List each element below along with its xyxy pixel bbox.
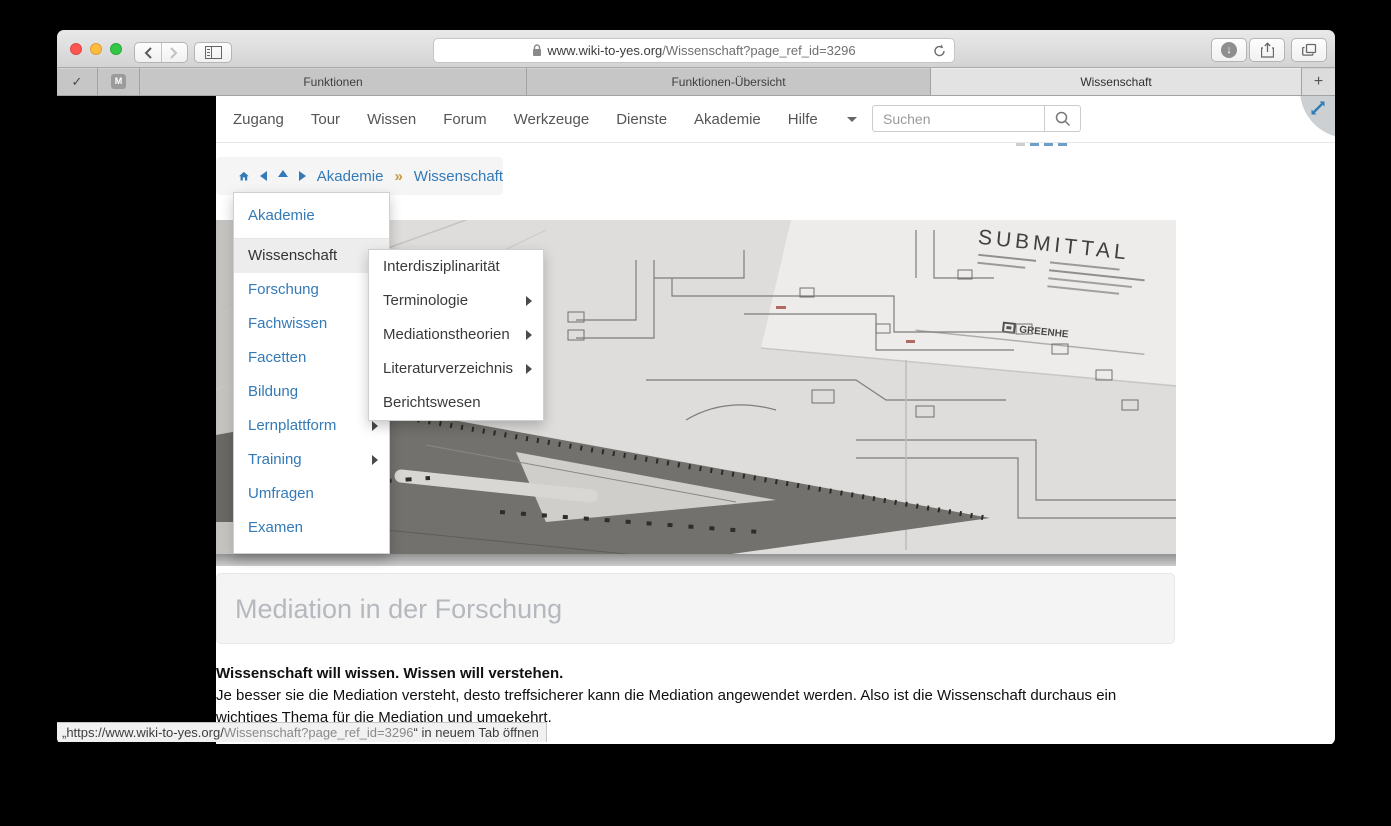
menu-item-akademie[interactable]: Akademie bbox=[234, 193, 389, 236]
nav-akademie[interactable]: Akademie bbox=[694, 111, 761, 128]
breadcrumb-link-wissenschaft[interactable]: Wissenschaft bbox=[414, 168, 503, 185]
breadcrumb-separator: » bbox=[394, 167, 403, 185]
breadcrumb-link-akademie[interactable]: Akademie bbox=[317, 168, 384, 185]
menu-item-wissenschaft[interactable]: Wissenschaft bbox=[234, 239, 389, 273]
page-title: Mediation in der Forschung bbox=[235, 594, 563, 624]
nav-forum[interactable]: Forum bbox=[443, 111, 486, 128]
submenu-item-interdisziplinaritaet[interactable]: Interdisziplinarität bbox=[369, 250, 543, 284]
nav-wissen[interactable]: Wissen bbox=[367, 111, 416, 128]
wissenschaft-submenu: Interdisziplinarität Terminologie Mediat… bbox=[368, 249, 544, 421]
url-domain: www.wiki-to-yes.org bbox=[547, 43, 663, 58]
new-tab-button[interactable]: + bbox=[1302, 68, 1335, 95]
search-input[interactable] bbox=[872, 105, 1044, 132]
menu-item-umfragen[interactable]: Umfragen bbox=[234, 477, 389, 511]
page-heading-box: Mediation in der Forschung bbox=[216, 573, 1175, 644]
nav-dienste[interactable]: Dienste bbox=[616, 111, 667, 128]
partial-toolbar-icons bbox=[1016, 143, 1067, 147]
submenu-item-terminologie[interactable]: Terminologie bbox=[369, 284, 543, 318]
browser-viewport: Zugang Tour Wissen Forum Werkzeuge Diens… bbox=[57, 96, 1335, 744]
breadcrumb-prev-icon[interactable] bbox=[259, 171, 267, 181]
home-icon[interactable] bbox=[239, 169, 249, 184]
menu-item-forschung[interactable]: Forschung bbox=[234, 273, 389, 307]
chevron-down-icon[interactable] bbox=[846, 116, 857, 122]
tab-bar: ✓ M Funktionen Funktionen-Übersicht Wiss… bbox=[57, 68, 1335, 96]
back-button[interactable] bbox=[135, 43, 161, 62]
status-bar: „https://www.wiki-to-yes.org/Wissenschaf… bbox=[57, 722, 547, 742]
lead-sentence: Wissenschaft will wissen. Wissen will ve… bbox=[216, 665, 564, 682]
breadcrumb-up-icon[interactable] bbox=[277, 169, 288, 177]
close-button[interactable] bbox=[70, 43, 82, 55]
back-icon bbox=[144, 46, 152, 59]
menu-item-bildung[interactable]: Bildung bbox=[234, 375, 389, 409]
share-icon bbox=[1260, 42, 1274, 58]
tab-label: Funktionen bbox=[303, 74, 363, 89]
menu-item-facetten[interactable]: Facetten bbox=[234, 341, 389, 375]
tab-label: Wissenschaft bbox=[1080, 74, 1152, 89]
submenu-item-mediationstheorien[interactable]: Mediationstheorien bbox=[369, 318, 543, 352]
download-icon: ↓ bbox=[1221, 42, 1237, 58]
minimize-button[interactable] bbox=[90, 43, 102, 55]
expand-icon bbox=[1311, 101, 1325, 115]
reload-button[interactable] bbox=[933, 44, 946, 58]
search-group bbox=[872, 105, 1081, 132]
url-path: /Wissenschaft?page_ref_id=3296 bbox=[662, 43, 856, 58]
forward-button[interactable] bbox=[160, 43, 187, 62]
nav-zugang[interactable]: Zugang bbox=[233, 111, 284, 128]
m-favicon: M bbox=[111, 74, 126, 89]
nav-tour[interactable]: Tour bbox=[311, 111, 340, 128]
sidebar-toggle-button[interactable] bbox=[194, 42, 232, 63]
breadcrumb: Akademie » Wissenschaft bbox=[216, 157, 503, 195]
breadcrumb-next-icon[interactable] bbox=[298, 171, 306, 181]
address-bar[interactable]: www.wiki-to-yes.org/Wissenschaft?page_re… bbox=[433, 38, 955, 63]
akademie-dropdown-menu: Akademie Wissenschaft Forschung Fachwiss… bbox=[233, 192, 390, 554]
menu-item-training[interactable]: Training bbox=[234, 443, 389, 477]
pinned-tab-m[interactable]: M bbox=[98, 68, 140, 95]
status-url-prefix: „https://www.wiki-to-yes.org/ bbox=[62, 725, 224, 740]
reload-icon bbox=[934, 44, 945, 57]
pinned-tab-check[interactable]: ✓ bbox=[57, 68, 98, 95]
submenu-item-literaturverzeichnis[interactable]: Literaturverzeichnis bbox=[369, 352, 543, 386]
status-suffix: “ in neuem Tab öffnen bbox=[413, 725, 539, 740]
window-controls bbox=[70, 43, 122, 55]
status-url-path: Wissenschaft?page_ref_id=3296 bbox=[223, 725, 414, 740]
title-bar: www.wiki-to-yes.org/Wissenschaft?page_re… bbox=[57, 30, 1335, 68]
sidebar-icon bbox=[204, 46, 222, 59]
tab-funktionen[interactable]: Funktionen bbox=[140, 68, 527, 95]
tab-label: Funktionen-Übersicht bbox=[671, 74, 786, 89]
body-text: Wissenschaft will wissen. Wissen will ve… bbox=[216, 663, 1178, 729]
forward-icon bbox=[170, 46, 178, 59]
search-icon bbox=[1055, 111, 1070, 126]
tab-overview-button[interactable] bbox=[1291, 38, 1327, 62]
browser-window: www.wiki-to-yes.org/Wissenschaft?page_re… bbox=[57, 30, 1335, 745]
menu-item-fachwissen[interactable]: Fachwissen bbox=[234, 307, 389, 341]
history-nav-group bbox=[134, 42, 188, 63]
check-favicon: ✓ bbox=[71, 73, 83, 89]
tab-funktionen-uebersicht[interactable]: Funktionen-Übersicht bbox=[527, 68, 931, 95]
submenu-arrow-icon bbox=[526, 296, 532, 306]
zoom-button[interactable] bbox=[110, 43, 122, 55]
submenu-arrow-icon bbox=[526, 364, 532, 374]
menu-item-examen[interactable]: Examen bbox=[234, 511, 389, 545]
nav-hilfe[interactable]: Hilfe bbox=[788, 111, 818, 128]
menu-item-lernplattform[interactable]: Lernplattform bbox=[234, 409, 389, 443]
search-button[interactable] bbox=[1044, 105, 1081, 132]
submenu-arrow-icon bbox=[372, 421, 378, 431]
nav-werkzeuge[interactable]: Werkzeuge bbox=[514, 111, 590, 128]
downloads-button[interactable]: ↓ bbox=[1211, 38, 1247, 62]
tab-overview-icon bbox=[1301, 43, 1316, 56]
web-page: Zugang Tour Wissen Forum Werkzeuge Diens… bbox=[216, 96, 1335, 744]
submenu-item-berichtswesen[interactable]: Berichtswesen bbox=[369, 386, 543, 420]
tab-wissenschaft-active[interactable]: Wissenschaft bbox=[931, 68, 1302, 95]
site-nav: Zugang Tour Wissen Forum Werkzeuge Diens… bbox=[216, 96, 1335, 143]
submenu-arrow-icon bbox=[372, 455, 378, 465]
lock-icon bbox=[532, 44, 542, 57]
submenu-arrow-icon bbox=[526, 330, 532, 340]
share-button[interactable] bbox=[1249, 38, 1285, 62]
fullscreen-toggle-button[interactable] bbox=[1309, 99, 1327, 117]
plus-icon: + bbox=[1313, 72, 1324, 90]
